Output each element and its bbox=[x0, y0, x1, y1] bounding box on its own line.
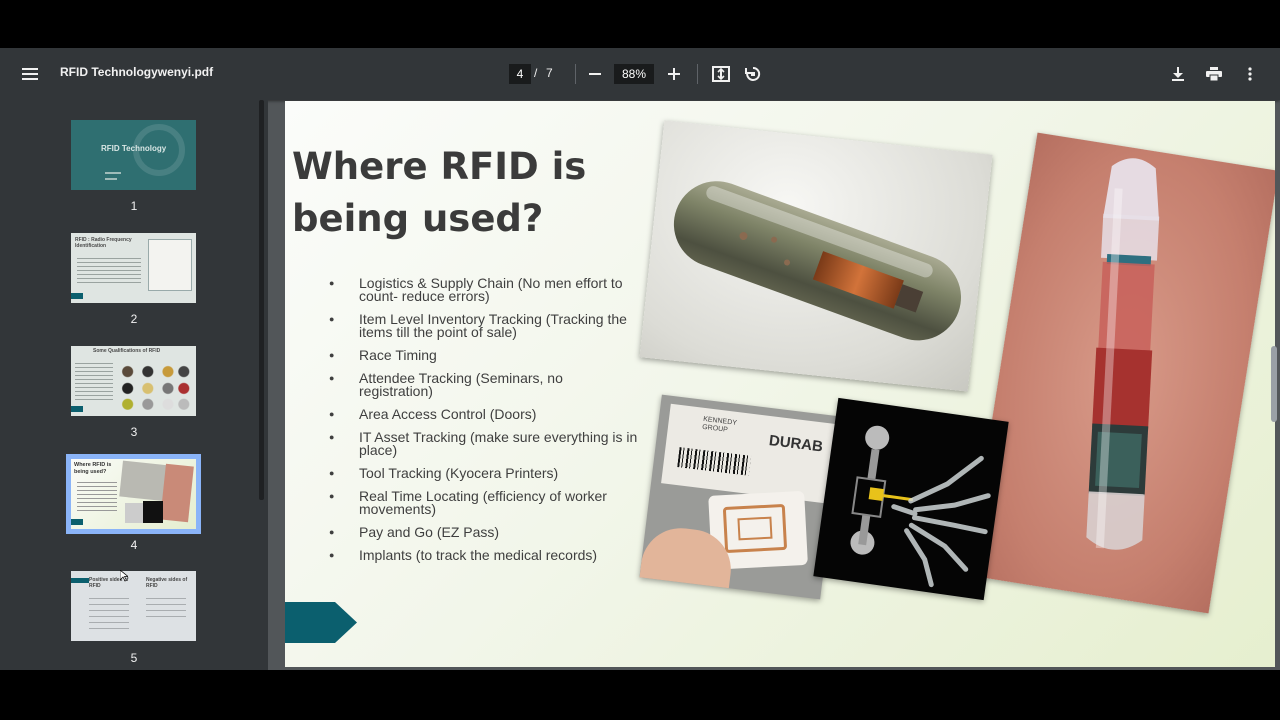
pdf-page-4: Where RFID is being used? Logistics & Su… bbox=[285, 101, 1275, 667]
file-title: RFID Technologywenyi.pdf bbox=[60, 65, 214, 79]
page-separator: / bbox=[534, 66, 538, 80]
thumbnail-page-4[interactable]: Where RFID is being used? bbox=[71, 459, 196, 529]
pdf-viewer: RFID Technologywenyi.pdf 4 / 7 88% RFID … bbox=[0, 48, 1280, 670]
thumbnail-page-2[interactable]: RFID : Radio Frequency Identification bbox=[71, 233, 196, 303]
thumbnail-title: Positive sides of RFID bbox=[89, 577, 129, 589]
letterbox-bottom bbox=[0, 670, 1280, 720]
thumbnail-page-3[interactable]: Some Qualifications of RFID bbox=[71, 346, 196, 416]
thumbnail-title: Where RFID is being used? bbox=[74, 462, 112, 475]
more-vert-icon[interactable] bbox=[1236, 60, 1264, 88]
print-icon[interactable] bbox=[1200, 60, 1228, 88]
list-item: Pay and Go (EZ Pass) bbox=[329, 525, 639, 539]
thumbnail-title: RFID Technology bbox=[101, 144, 167, 153]
list-item: Logistics & Supply Chain (No men effort … bbox=[329, 276, 639, 303]
xray-hand-implant-image bbox=[813, 397, 1009, 601]
implant-chip-image bbox=[967, 132, 1275, 614]
thumbnail-title-right: Negative sides of RFID bbox=[146, 577, 188, 589]
rotate-icon[interactable] bbox=[739, 60, 767, 88]
toolbar: RFID Technologywenyi.pdf 4 / 7 88% bbox=[0, 48, 1280, 100]
page-number-input[interactable]: 4 bbox=[509, 64, 531, 84]
list-item: Real Time Locating (efficiency of worker… bbox=[329, 489, 639, 516]
list-item: Area Access Control (Doors) bbox=[329, 407, 639, 421]
zoom-input[interactable]: 88% bbox=[614, 64, 654, 84]
thumbnail-number: 4 bbox=[130, 538, 138, 552]
slide-title: Where RFID is being used? bbox=[292, 145, 587, 240]
list-item: Attendee Tracking (Seminars, no registra… bbox=[329, 371, 639, 398]
thumbnail-page-1[interactable]: RFID Technology bbox=[71, 120, 196, 190]
main-document-area: Where RFID is being used? Logistics & Su… bbox=[268, 100, 1280, 670]
zoom-out-icon[interactable] bbox=[581, 60, 609, 88]
thumbnail-number: 3 bbox=[130, 425, 138, 439]
thumbnail-title: Some Qualifications of RFID bbox=[93, 348, 161, 354]
list-item: IT Asset Tracking (make sure everything … bbox=[329, 430, 639, 457]
thumbnail-number: 2 bbox=[130, 312, 138, 326]
letterbox-top bbox=[0, 0, 1280, 48]
thumbnail-sidebar: RFID Technology 1 RFID : Radio Frequency… bbox=[0, 100, 268, 670]
sidebar-scrollbar[interactable] bbox=[259, 100, 264, 500]
fit-page-icon[interactable] bbox=[707, 60, 735, 88]
thumbnail-title: RFID : Radio Frequency Identification bbox=[75, 237, 132, 249]
list-item: Tool Tracking (Kyocera Printers) bbox=[329, 466, 639, 480]
thumbnail-number: 5 bbox=[130, 651, 138, 665]
toolbar-divider bbox=[697, 64, 698, 84]
mouse-cursor-icon bbox=[120, 570, 128, 582]
rfid-label-image: KENNEDY GROUP DURAB bbox=[639, 394, 843, 600]
main-scrollbar[interactable] bbox=[1271, 346, 1277, 422]
download-icon[interactable] bbox=[1164, 60, 1192, 88]
list-item: Race Timing bbox=[329, 348, 639, 362]
list-item: Implants (to track the medical records) bbox=[329, 548, 639, 562]
thumbnail-page-5[interactable]: Positive sides of RFID Negative sides of… bbox=[71, 571, 196, 641]
toolbar-divider bbox=[575, 64, 576, 84]
bullet-list: Logistics & Supply Chain (No men effort … bbox=[329, 276, 639, 572]
page-total: 7 bbox=[546, 66, 553, 80]
thumbnail-number: 1 bbox=[130, 199, 138, 213]
glass-capsule-rfid-image bbox=[639, 120, 993, 392]
slide-chevron-accent bbox=[285, 602, 357, 643]
menu-icon[interactable] bbox=[16, 60, 44, 88]
list-item: Item Level Inventory Tracking (Tracking … bbox=[329, 312, 639, 339]
zoom-in-icon[interactable] bbox=[660, 60, 688, 88]
